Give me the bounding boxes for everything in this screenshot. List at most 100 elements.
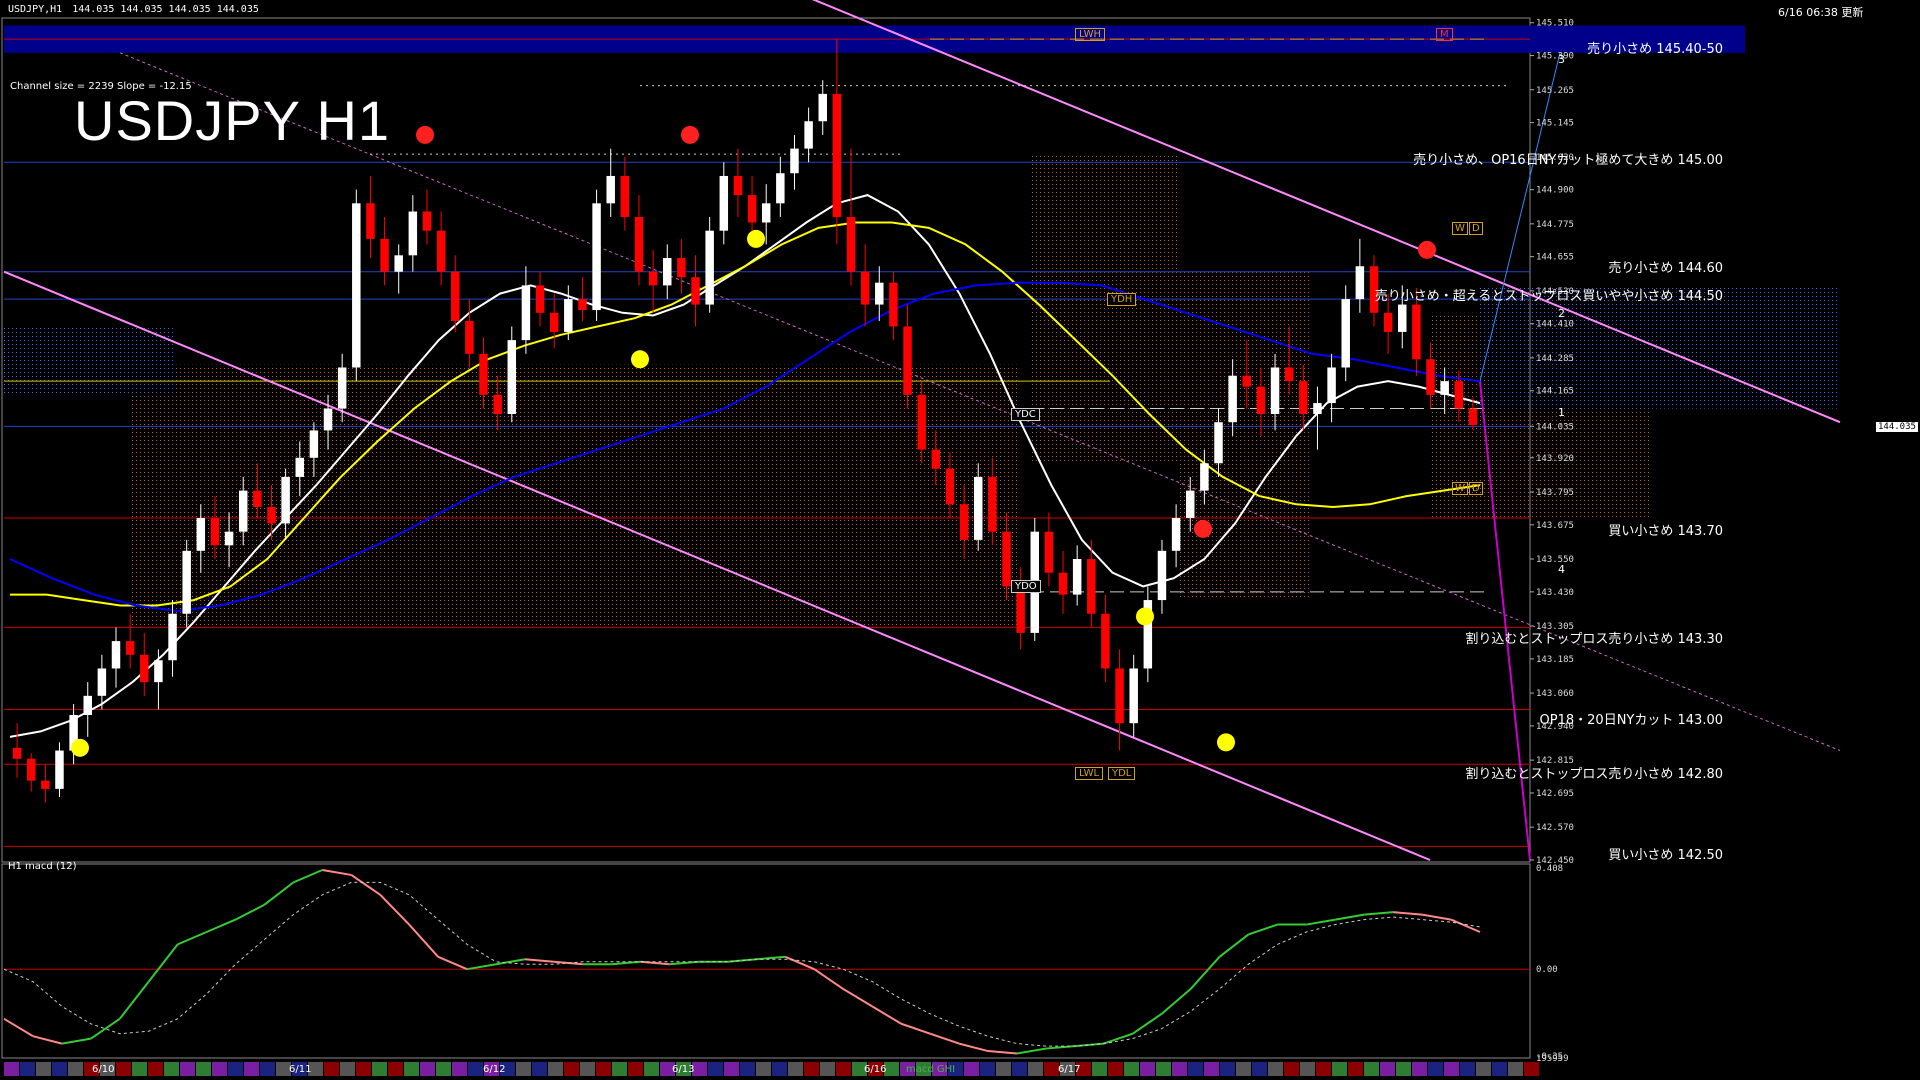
candle-body: [111, 641, 121, 669]
candle-body: [1383, 312, 1393, 332]
candle-body: [253, 490, 262, 508]
date-bar-segment: [196, 1062, 211, 1076]
price-tick-label: 144.410: [1536, 320, 1574, 330]
date-bar-segment: [1236, 1062, 1251, 1076]
candle-body: [1256, 386, 1266, 415]
current-price-tag: 144.035: [1876, 422, 1918, 432]
annotation-label: 売り小さめ 144.60: [1608, 261, 1723, 276]
price-tick-label: 143.430: [1536, 588, 1574, 598]
candle-body: [125, 641, 135, 655]
price-tick-label: 143.550: [1536, 555, 1574, 565]
candle-body: [465, 320, 474, 354]
price-tick-label: 144.775: [1536, 220, 1574, 230]
annotation-label: 割り込むとストップロス売り小さめ 142.80: [1465, 767, 1723, 782]
candle-body: [1426, 359, 1435, 395]
candle-body: [945, 468, 955, 505]
candle-body: [1200, 463, 1209, 491]
date-bar-segment: [1444, 1062, 1459, 1076]
d-marker: D: [1469, 482, 1483, 495]
ydo-marker: YDO: [1011, 580, 1041, 593]
macd-frame: [1, 863, 1531, 1059]
date-bar-segment: [820, 1062, 835, 1076]
price-tick-label: 145.510: [1536, 19, 1574, 29]
candle-body: [352, 203, 361, 368]
macd-title: H1 macd (12): [8, 861, 77, 872]
macd-main-segment: [466, 963, 497, 971]
candle-body: [1228, 375, 1237, 423]
macd-signal-line: [3, 881, 1481, 1047]
m-marker: M: [1436, 28, 1453, 41]
date-bar-segment: [244, 1062, 259, 1076]
date-bar-segment: [164, 1062, 179, 1076]
macd-main-segment: [61, 1037, 91, 1045]
candle-body: [323, 408, 333, 431]
date-bar-segment: [36, 1062, 51, 1076]
candle-body: [1242, 375, 1252, 387]
macd-main-segment: [1016, 1047, 1047, 1055]
annotation-label: 売り小さめ、OP16日NYカット極めて大きめ 145.00: [1413, 153, 1723, 168]
candle-body: [1101, 613, 1110, 669]
date-bar-segment: [1492, 1062, 1507, 1076]
price-tick-label: 143.920: [1536, 454, 1574, 464]
candle-body: [521, 285, 531, 341]
date-bar-segment: [548, 1062, 563, 1076]
macd-main-segment: [524, 958, 554, 963]
date-bar-segment: [772, 1062, 787, 1076]
d-marker: D: [1469, 222, 1483, 235]
price-tick-label: 142.570: [1536, 823, 1574, 833]
date-bar-segment: [356, 1062, 371, 1076]
candle-body: [182, 550, 191, 614]
candle-body: [479, 353, 488, 395]
date-bar-segment: [388, 1062, 403, 1076]
price-tick-label: 143.675: [1536, 521, 1574, 531]
date-bar-segment: [404, 1062, 419, 1076]
annotation-label: 買い小さめ 142.50: [1608, 848, 1723, 863]
macd-main-segment: [1306, 918, 1336, 926]
ichimoku-cloud: [130, 364, 1020, 628]
date-bar-segment: [212, 1062, 227, 1076]
candle-body: [677, 258, 686, 278]
date-bar-segment: [228, 1062, 243, 1076]
candle-body: [1468, 408, 1478, 425]
candle-body: [12, 747, 22, 759]
date-bar-segment: [1380, 1062, 1395, 1076]
macd-main-segment: [90, 1017, 121, 1040]
signal-marker: [747, 229, 765, 248]
candle-body: [267, 507, 276, 524]
date-bar-segment: [1268, 1062, 1283, 1076]
candle-body: [691, 277, 700, 305]
candle-body: [83, 695, 92, 715]
ichimoku-cloud: [1180, 271, 1310, 601]
macd-tick-label: 195959: [1536, 1054, 1569, 1064]
candle-body: [663, 258, 672, 286]
date-bar-segment: [708, 1062, 723, 1076]
candle-body: [535, 285, 545, 313]
macd-main-segment: [379, 894, 410, 926]
date-bar-segment: [1332, 1062, 1347, 1076]
date-bar-segment: [1396, 1062, 1411, 1076]
macd-main-segment: [1450, 918, 1481, 933]
macd-main-segment: [3, 1017, 34, 1038]
date-bar-segment: [980, 1062, 995, 1076]
candle-body: [1313, 403, 1322, 415]
candle-body: [733, 175, 743, 196]
candle-body: [196, 517, 206, 551]
candle-body: [988, 476, 997, 532]
macd-main-segment: [32, 1035, 63, 1045]
date-bar-segment: [340, 1062, 355, 1076]
date-label: 6/17: [1058, 1064, 1081, 1075]
macd-main-segment: [813, 968, 844, 990]
macd-main-segment: [987, 1050, 1018, 1055]
candle-body: [1412, 304, 1421, 360]
date-bar-segment: [1412, 1062, 1427, 1076]
price-tick-label: 144.035: [1536, 422, 1574, 432]
date-bar-segment: [788, 1062, 803, 1076]
macd-main-segment: [842, 988, 873, 1008]
candle-body: [1341, 299, 1350, 368]
signal-marker: [71, 738, 89, 757]
price-tick-label: 144.285: [1536, 354, 1574, 364]
candle-body: [903, 326, 912, 395]
ydh-marker: YDH: [1107, 293, 1137, 306]
candle-body: [238, 490, 248, 532]
macd-main-segment: [408, 923, 439, 958]
